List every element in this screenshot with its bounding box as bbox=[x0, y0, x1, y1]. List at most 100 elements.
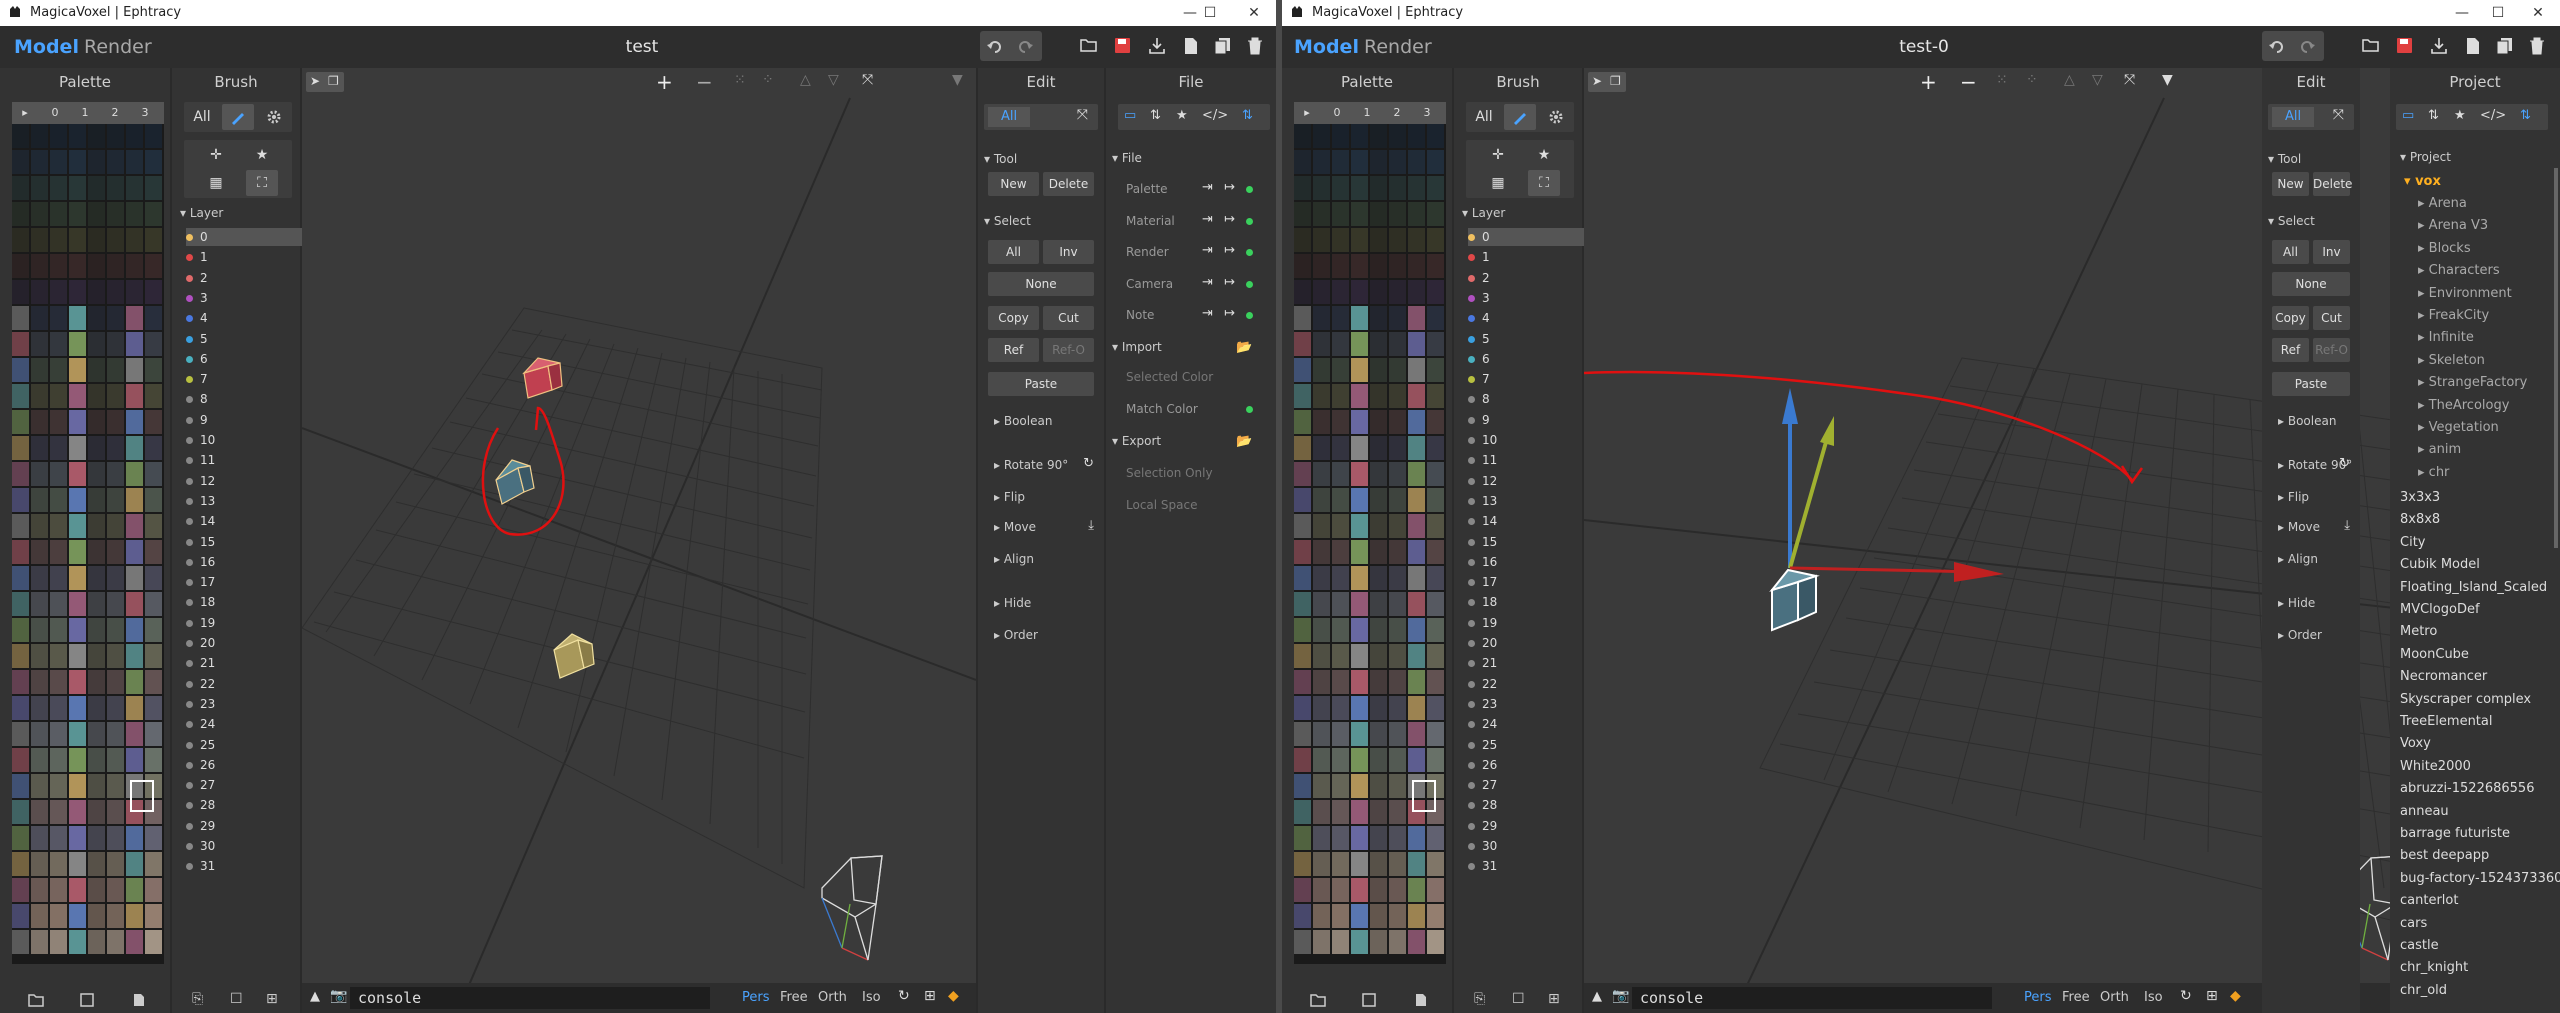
palette-swatch[interactable] bbox=[145, 384, 162, 408]
palette-swatch[interactable] bbox=[1313, 540, 1330, 564]
palette-swatch[interactable] bbox=[12, 644, 29, 668]
layer-item[interactable]: 7 bbox=[186, 370, 316, 388]
palette-swatch[interactable] bbox=[145, 618, 162, 642]
palette-swatch[interactable] bbox=[1389, 748, 1406, 772]
layer-color-dot[interactable] bbox=[186, 274, 193, 282]
yellow-voxel[interactable] bbox=[553, 633, 595, 679]
palette-swatch[interactable] bbox=[31, 566, 48, 590]
file-row-render[interactable]: Render bbox=[1126, 245, 1169, 259]
align-item[interactable]: ▸ Align bbox=[2278, 552, 2318, 566]
rotate-item[interactable]: ▸ Rotate 90° bbox=[994, 458, 1068, 472]
rotate-view-icon[interactable]: ↻ bbox=[2180, 988, 2192, 1004]
palette-swatch[interactable] bbox=[12, 774, 29, 798]
minus-icon[interactable]: − bbox=[696, 70, 713, 94]
palette-swatch[interactable] bbox=[50, 800, 67, 824]
project-subfolder[interactable]: ▸ chr bbox=[2418, 465, 2449, 480]
palette-swatch[interactable] bbox=[50, 592, 67, 616]
palette-swatch[interactable] bbox=[107, 852, 124, 876]
save-icon[interactable] bbox=[80, 993, 94, 1007]
download-icon[interactable]: ⤓ bbox=[2344, 518, 2350, 533]
palette-swatch[interactable] bbox=[88, 670, 105, 694]
project-file[interactable]: City bbox=[2400, 535, 2425, 550]
flip-item[interactable]: ▸ Flip bbox=[2278, 490, 2309, 504]
layer-color-dot[interactable] bbox=[186, 640, 193, 647]
layer-item[interactable]: 14 bbox=[186, 512, 316, 530]
layer-color-dot[interactable] bbox=[1468, 497, 1475, 505]
palette-swatch[interactable] bbox=[1332, 826, 1349, 850]
palette-swatch[interactable] bbox=[1313, 696, 1330, 720]
palette-swatch[interactable] bbox=[1370, 306, 1387, 330]
palette-swatch[interactable] bbox=[1408, 514, 1425, 538]
palette-swatch[interactable] bbox=[1427, 644, 1444, 668]
palette-swatch[interactable] bbox=[31, 930, 48, 954]
palette-swatch[interactable] bbox=[126, 254, 143, 278]
brush-all-button[interactable]: All bbox=[1468, 104, 1500, 130]
palette-swatch[interactable] bbox=[1408, 722, 1425, 746]
palette-swatch[interactable] bbox=[1294, 306, 1311, 330]
palette-swatch[interactable] bbox=[12, 332, 29, 356]
palette-swatch[interactable] bbox=[107, 280, 124, 304]
palette-swatch[interactable] bbox=[145, 722, 162, 746]
palette-swatch[interactable] bbox=[1351, 644, 1368, 668]
layer-color-dot[interactable] bbox=[1468, 843, 1475, 850]
sort-icon[interactable]: ⇅ bbox=[1242, 108, 1253, 123]
palette-swatch[interactable] bbox=[1351, 150, 1368, 174]
palette-swatch[interactable] bbox=[1389, 228, 1406, 252]
palette-swatch[interactable] bbox=[1427, 280, 1444, 304]
redo-icon[interactable] bbox=[1017, 39, 1033, 53]
copy-icon[interactable]: ❐ bbox=[1610, 74, 1621, 88]
palette-swatch[interactable] bbox=[1389, 644, 1406, 668]
palette-swatch[interactable] bbox=[1370, 904, 1387, 928]
palette-swatch[interactable] bbox=[50, 514, 67, 538]
palette-swatch[interactable] bbox=[12, 696, 29, 720]
layer-color-dot[interactable] bbox=[1468, 416, 1475, 424]
palette-swatch[interactable] bbox=[88, 852, 105, 876]
save-button[interactable] bbox=[1108, 31, 1138, 61]
copy-icon[interactable]: ❐ bbox=[328, 74, 339, 88]
file-row-note[interactable]: Note bbox=[1126, 308, 1154, 322]
palette-swatch[interactable] bbox=[1294, 852, 1311, 876]
layer-item[interactable]: 25 bbox=[186, 736, 316, 754]
triangle-down-icon[interactable]: ▽ bbox=[828, 72, 839, 88]
palette-swatch[interactable] bbox=[88, 800, 105, 824]
palette-tab-2[interactable]: 2 bbox=[1384, 104, 1410, 122]
palette-swatch[interactable] bbox=[126, 124, 143, 148]
palette-swatch[interactable] bbox=[1294, 462, 1311, 486]
cube-icon[interactable]: ◆ bbox=[2230, 988, 2241, 1004]
project-file[interactable]: TreeElemental bbox=[2400, 714, 2493, 729]
palette-swatch[interactable] bbox=[69, 514, 86, 538]
palette-swatch[interactable] bbox=[12, 852, 29, 876]
palette-swatch[interactable] bbox=[1389, 930, 1406, 954]
layer-item[interactable]: 8 bbox=[1468, 390, 1598, 408]
palette-swatch[interactable] bbox=[1408, 852, 1425, 876]
palette-swatch[interactable] bbox=[1294, 878, 1311, 902]
palette-swatch[interactable] bbox=[107, 930, 124, 954]
layer-color-dot[interactable] bbox=[1468, 863, 1475, 871]
palette-swatch[interactable] bbox=[12, 436, 29, 460]
layer-item[interactable]: 10 bbox=[186, 431, 316, 449]
layer-item[interactable]: 3 bbox=[1468, 289, 1598, 307]
layer-item[interactable]: 2 bbox=[186, 269, 316, 287]
palette-swatch[interactable] bbox=[12, 384, 29, 408]
palette-swatch[interactable] bbox=[1427, 618, 1444, 642]
palette-swatch[interactable] bbox=[107, 904, 124, 928]
move-tool-icon[interactable]: ✛ bbox=[200, 142, 232, 168]
layer-item[interactable]: 8 bbox=[186, 390, 316, 408]
layer-color-dot[interactable] bbox=[186, 497, 193, 505]
palette-swatch[interactable] bbox=[1351, 462, 1368, 486]
palette-swatch[interactable] bbox=[1294, 774, 1311, 798]
palette-swatch[interactable] bbox=[88, 774, 105, 798]
palette-swatch[interactable] bbox=[1427, 904, 1444, 928]
cursor-icon[interactable]: ➤ bbox=[310, 74, 320, 88]
palette-swatch[interactable] bbox=[126, 722, 143, 746]
hide-item[interactable]: ▸ Hide bbox=[2278, 596, 2315, 610]
layer-color-dot[interactable] bbox=[1468, 741, 1475, 749]
paste-button[interactable]: Paste bbox=[988, 372, 1094, 396]
layer-item[interactable]: 5 bbox=[1468, 330, 1598, 348]
copy-button[interactable]: Copy bbox=[988, 306, 1039, 330]
palette-swatch[interactable] bbox=[12, 566, 29, 590]
project-file[interactable]: MVClogoDef bbox=[2400, 602, 2480, 617]
palette-swatch[interactable] bbox=[1370, 176, 1387, 200]
palette-swatch[interactable] bbox=[88, 228, 105, 252]
palette-swatch[interactable] bbox=[31, 800, 48, 824]
